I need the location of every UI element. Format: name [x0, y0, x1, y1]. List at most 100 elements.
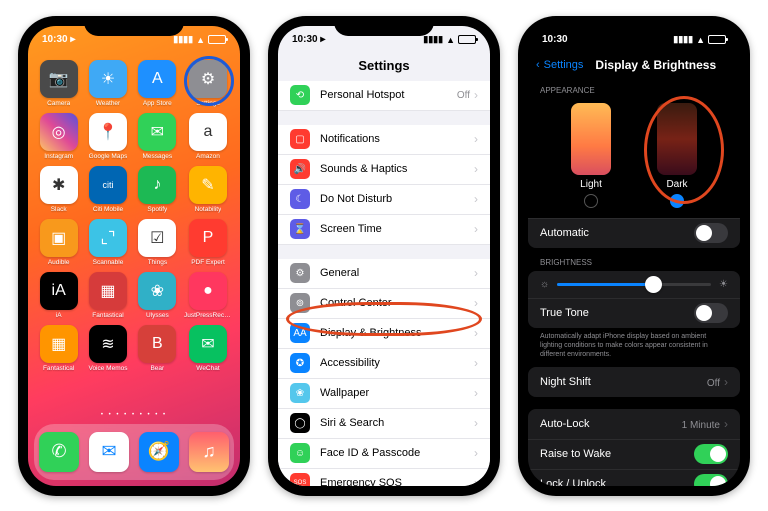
app-audible[interactable]: ▣Audible: [36, 219, 81, 266]
dock-app[interactable]: ♫: [189, 432, 229, 472]
dark-radio[interactable]: [670, 194, 684, 208]
settings-row-wallpaper[interactable]: ❀Wallpaper›: [278, 379, 490, 409]
row-icon: ⊚: [290, 293, 310, 313]
settings-row-face-id-passcode[interactable]: ☺Face ID & Passcode›: [278, 439, 490, 469]
back-chevron-icon[interactable]: ‹: [536, 59, 540, 71]
phone-settings: 10:30 ▸ ▮▮▮▮ ▲ Settings ⟲Personal Hotspo…: [268, 16, 500, 496]
app-icon: ≋: [89, 325, 127, 363]
raise-row[interactable]: Raise to Wake: [528, 439, 740, 469]
lock-toggle[interactable]: [694, 474, 728, 485]
chevron-icon: ›: [724, 417, 728, 431]
app-label: Citi Mobile: [93, 206, 123, 213]
app-messages[interactable]: ✉Messages: [135, 113, 180, 160]
autolock-row[interactable]: Auto-Lock 1 Minute›: [528, 409, 740, 439]
app-amazon[interactable]: aAmazon: [184, 113, 232, 160]
app-settings[interactable]: ⚙Settings: [184, 60, 232, 107]
automatic-row[interactable]: Automatic: [528, 218, 740, 248]
app-citi-mobile[interactable]: citi Citi Mobile: [85, 166, 130, 213]
app-label: App Store: [143, 100, 172, 107]
light-radio[interactable]: [584, 194, 598, 208]
truetone-toggle[interactable]: [694, 303, 728, 323]
app-icon: ☀: [89, 60, 127, 98]
app-label: Scannable: [93, 259, 124, 266]
app-slack[interactable]: ✱Slack: [36, 166, 81, 213]
app-pdf-expert[interactable]: P PDF Expert: [184, 219, 232, 266]
settings-row-notifications[interactable]: ▢Notifications›: [278, 125, 490, 155]
app-icon: citi: [89, 166, 127, 204]
row-icon: ◯: [290, 413, 310, 433]
dock-app[interactable]: ✉: [89, 432, 129, 472]
settings-row-sounds-haptics[interactable]: 🔊Sounds & Haptics›: [278, 155, 490, 185]
brightness-slider-row: ☼ ☀: [528, 271, 740, 298]
raise-toggle[interactable]: [694, 444, 728, 464]
app-spotify[interactable]: ♪Spotify: [135, 166, 180, 213]
app-bear[interactable]: BBear: [135, 325, 180, 372]
row-label: Control Center: [320, 297, 474, 309]
dock-app[interactable]: ✆: [39, 432, 79, 472]
dock-app[interactable]: 🧭: [139, 432, 179, 472]
settings-row-general[interactable]: ⚙General›: [278, 259, 490, 289]
app-label: PDF Expert: [191, 259, 225, 266]
app-icon: B: [138, 325, 176, 363]
signal-icon: ▮▮▮▮: [173, 34, 193, 45]
signal-icon: ▮▮▮▮: [423, 34, 443, 45]
settings-row-personal-hotspot[interactable]: ⟲Personal HotspotOff›: [278, 81, 490, 111]
app-google-maps[interactable]: 📍Google Maps: [85, 113, 130, 160]
automatic-toggle[interactable]: [694, 223, 728, 243]
app-icon: iA: [40, 272, 78, 310]
app-icon: ❀: [138, 272, 176, 310]
page-indicator[interactable]: • • • • • • • • •: [28, 412, 240, 418]
brightness-header: BRIGHTNESS: [528, 248, 740, 271]
chevron-icon: ›: [474, 386, 478, 400]
settings-row-screen-time[interactable]: ⌛Screen Time›: [278, 215, 490, 245]
app-things[interactable]: ☑Things: [135, 219, 180, 266]
app-ulysses[interactable]: ❀Ulysses: [135, 272, 180, 319]
app-icon: ▦: [40, 325, 78, 363]
settings-row-emergency-sos[interactable]: SOSEmergency SOS›: [278, 469, 490, 486]
app-ia[interactable]: iAiA: [36, 272, 81, 319]
back-button[interactable]: Settings: [544, 59, 584, 71]
chevron-icon: ›: [474, 476, 478, 486]
row-label: Accessibility: [320, 357, 474, 369]
app-icon: ♪: [138, 166, 176, 204]
app-justpressrecord[interactable]: ●JustPressRecord: [184, 272, 232, 319]
settings-row-siri-search[interactable]: ◯Siri & Search›: [278, 409, 490, 439]
app-scannable[interactable]: ⌞⌝ Scannable: [85, 219, 130, 266]
appearance-row: Light Dark: [528, 99, 740, 218]
chevron-icon: ›: [474, 192, 478, 206]
settings-row-do-not-disturb[interactable]: ☾Do Not Disturb›: [278, 185, 490, 215]
app-icon: ⌞⌝: [89, 219, 127, 257]
settings-row-display-brightness[interactable]: AADisplay & Brightness›: [278, 319, 490, 349]
status-icons: ▮▮▮▮ ▲: [673, 34, 726, 45]
brightness-knob[interactable]: [645, 276, 662, 293]
settings-row-control-center[interactable]: ⊚Control Center›: [278, 289, 490, 319]
settings-row-accessibility[interactable]: ✪Accessibility›: [278, 349, 490, 379]
app-instagram[interactable]: ◎Instagram: [36, 113, 81, 160]
app-fantastical[interactable]: ▦Fantastical: [85, 272, 130, 319]
brightness-slider[interactable]: [557, 283, 711, 286]
home-grid: 📷Camera☀WeatherAApp Store⚙Settings ◎Insta…: [28, 54, 240, 372]
appearance-light-option[interactable]: Light: [571, 103, 611, 208]
app-camera[interactable]: 📷Camera: [36, 60, 81, 107]
app-icon: ⚙: [189, 60, 227, 98]
row-label: Personal Hotspot: [320, 89, 457, 101]
app-weather[interactable]: ☀Weather: [85, 60, 130, 107]
truetone-row[interactable]: True Tone: [528, 298, 740, 328]
app-icon: 📷: [40, 60, 78, 98]
app-app-store[interactable]: AApp Store: [135, 60, 180, 107]
battery-icon: [458, 35, 476, 44]
app-wechat[interactable]: ✉WeChat: [184, 325, 232, 372]
settings-list: ⟲Personal HotspotOff›▢Notifications›🔊Sou…: [278, 81, 490, 486]
nightshift-row[interactable]: Night Shift Off›: [528, 367, 740, 397]
app-notability[interactable]: ✎Notability: [184, 166, 232, 213]
wifi-icon: ▲: [196, 35, 205, 45]
light-thumbnail: [571, 103, 611, 175]
lock-row[interactable]: Lock / Unlock: [528, 469, 740, 486]
phone-display-brightness: 10:30 ▮▮▮▮ ▲ ‹ Settings Display & Bright…: [518, 16, 750, 496]
app-fantastical[interactable]: ▦Fantastical: [36, 325, 81, 372]
sun-small-icon: ☼: [540, 279, 549, 290]
appearance-dark-option[interactable]: Dark: [657, 103, 697, 208]
app-icon: P: [189, 219, 227, 257]
app-voice-memos[interactable]: ≋Voice Memos: [85, 325, 130, 372]
row-icon: ⟲: [290, 85, 310, 105]
